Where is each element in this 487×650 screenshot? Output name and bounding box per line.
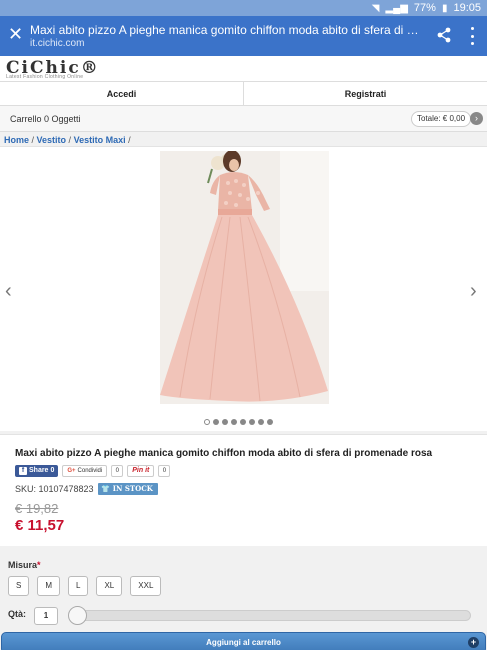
sale-price: € 11,57	[15, 517, 65, 534]
pinterest-button[interactable]: Pin it	[127, 465, 155, 477]
plus-icon: +	[468, 637, 479, 648]
size-label: Misura*	[8, 560, 41, 570]
size-option-l[interactable]: L	[68, 576, 89, 596]
clock: 19:05	[453, 2, 481, 14]
gallery-dot[interactable]	[240, 419, 246, 425]
page-title: Maxi abito pizzo A pieghe manica gomito …	[30, 23, 425, 37]
page-url: it.cichic.com	[30, 38, 85, 49]
size-option-xl[interactable]: XL	[96, 576, 123, 596]
shirt-icon: 👕	[101, 484, 110, 493]
kebab-menu-icon[interactable]	[464, 27, 480, 45]
cart-bar: Carrello 0 Oggetti Totale: € 0,00 ›	[0, 106, 487, 132]
login-button[interactable]: Accedi	[0, 82, 243, 105]
breadcrumb-home[interactable]: Home	[4, 135, 29, 145]
chevron-right-icon[interactable]: ›	[470, 112, 483, 125]
old-price: € 19,82	[15, 501, 59, 516]
signal-icon: ▂▄▆	[385, 2, 408, 14]
product-sku: SKU: 10107478823	[15, 484, 94, 494]
quantity-slider[interactable]	[68, 606, 471, 625]
product-info: Maxi abito pizzo A pieghe manica gomito …	[0, 434, 487, 546]
quantity-label: Qtà:	[8, 609, 26, 619]
facebook-share-button[interactable]: f Share 0	[15, 465, 59, 477]
product-photo[interactable]	[160, 151, 329, 404]
chevron-right-icon[interactable]: ›	[470, 280, 477, 303]
status-bar: ◥ ▂▄▆ 77% ▮ 19:05	[0, 0, 487, 16]
facebook-share-count: 0	[50, 467, 55, 474]
google-plus-share-button[interactable]: G+ Condividi	[62, 465, 108, 477]
pinterest-count: 0	[158, 465, 171, 477]
battery-level: 77%	[413, 2, 436, 14]
wifi-icon: ◥	[371, 2, 380, 14]
google-plus-count: 0	[111, 465, 124, 477]
stock-badge: 👕 IN STOCK	[98, 483, 158, 495]
product-title: Maxi abito pizzo A pieghe manica gomito …	[15, 448, 433, 459]
close-icon[interactable]: ✕	[8, 25, 23, 45]
account-nav: Accedi Registrati	[0, 81, 487, 106]
gallery-dot[interactable]	[258, 419, 264, 425]
register-button[interactable]: Registrati	[243, 82, 487, 105]
site-tagline: Latest Fashion Clothing Online	[6, 74, 84, 80]
cart-summary[interactable]: Carrello 0 Oggetti	[10, 114, 81, 124]
cart-total[interactable]: Totale: € 0,00	[411, 111, 472, 127]
gallery-pagination	[204, 419, 273, 425]
share-icon[interactable]	[436, 27, 452, 43]
add-to-cart-label: Aggiungi al carrello	[206, 638, 281, 647]
product-gallery: ‹ ›	[0, 146, 487, 431]
site-header: CiChic® Latest Fashion Clothing Online	[0, 56, 487, 81]
social-share-bar: f Share 0 G+ Condividi 0 Pin it 0	[15, 465, 171, 477]
gallery-dot[interactable]	[222, 419, 228, 425]
required-mark: *	[37, 560, 41, 570]
size-option-xxl[interactable]: XXL	[130, 576, 162, 596]
size-option-s[interactable]: S	[8, 576, 30, 596]
gallery-dot[interactable]	[249, 419, 255, 425]
size-option-m[interactable]: M	[37, 576, 61, 596]
gallery-dot[interactable]	[267, 419, 273, 425]
facebook-share-label: Share	[29, 467, 49, 474]
gallery-dot[interactable]	[204, 419, 210, 425]
stock-label: IN STOCK	[112, 484, 153, 493]
breadcrumb-vestito[interactable]: Vestito	[37, 135, 67, 145]
browser-toolbar: ✕ Maxi abito pizzo A pieghe manica gomit…	[0, 16, 487, 56]
size-label-text: Misura	[8, 560, 38, 570]
breadcrumb-vestito-maxi[interactable]: Vestito Maxi	[74, 135, 126, 145]
google-plus-label: Condividi	[77, 468, 103, 474]
breadcrumb: Home / Vestito / Vestito Maxi /	[4, 135, 131, 145]
facebook-icon: f	[19, 467, 27, 475]
gallery-dot[interactable]	[231, 419, 237, 425]
size-selector: S M L XL XXL	[8, 576, 162, 596]
google-plus-icon: G+	[67, 468, 76, 474]
quantity-input[interactable]: 1	[34, 607, 58, 625]
add-to-cart-button[interactable]: Aggiungi al carrello +	[1, 632, 486, 650]
slider-handle[interactable]	[68, 606, 87, 625]
chevron-left-icon[interactable]: ‹	[5, 280, 12, 303]
battery-icon: ▮	[441, 2, 448, 14]
gallery-dot[interactable]	[213, 419, 219, 425]
